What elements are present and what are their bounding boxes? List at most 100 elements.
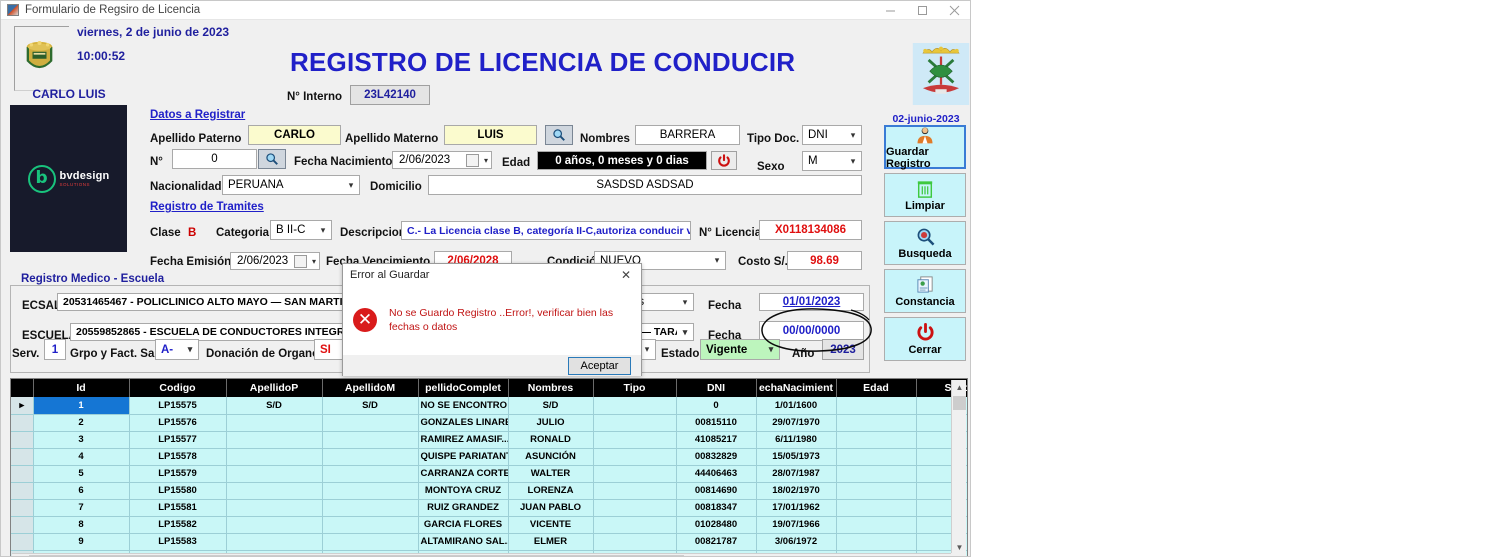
col-nombres[interactable]: Nombres xyxy=(508,379,594,397)
row-marker[interactable] xyxy=(11,482,34,500)
registro-tramites-link[interactable]: Registro de Tramites xyxy=(150,201,264,213)
cell-apellidop[interactable] xyxy=(226,465,323,483)
cell-tipo[interactable] xyxy=(593,533,677,551)
cell-apellidom[interactable] xyxy=(322,516,419,534)
table-row[interactable]: 6 LP15580 MONTOYA CRUZ LORENZA 00814690 18/02… xyxy=(11,482,967,500)
cell-dni[interactable]: 00814690 xyxy=(676,482,757,500)
cell-edad[interactable] xyxy=(836,465,917,483)
cell-apellidom[interactable] xyxy=(322,448,419,466)
cell-codigo[interactable]: LP15582 xyxy=(129,516,227,534)
apellido-paterno-input[interactable]: CARLO xyxy=(248,125,341,145)
vertical-scrollbar[interactable]: ▲ ▼ xyxy=(951,380,966,555)
cell-nombres[interactable]: VICENTE xyxy=(508,516,594,534)
col-dni[interactable]: DNI xyxy=(676,379,757,397)
table-row[interactable]: 7 LP15581 RUIZ GRANDEZ JUAN PABLO 00818347 17… xyxy=(11,499,967,517)
vscroll-thumb[interactable] xyxy=(953,396,966,410)
nacionalidad-select[interactable]: PERUANA ▾ xyxy=(222,175,360,195)
cell-edad[interactable] xyxy=(836,431,917,449)
cell-dni[interactable]: 00821787 xyxy=(676,533,757,551)
table-row[interactable]: 5 LP15579 CARRANZA CORTEZ WALTER 44406463 28/… xyxy=(11,465,967,483)
categoria-select[interactable]: B II-C ▾ xyxy=(270,220,332,240)
fecha-nacimiento-datepicker[interactable]: 2/06/2023 ▾ xyxy=(392,151,492,169)
nombres-input[interactable]: BARRERA xyxy=(635,125,740,145)
grupo-sanguineo-select[interactable]: A- ▾ xyxy=(155,339,199,360)
cell-idc[interactable]: 3 xyxy=(33,431,130,449)
cell-idc[interactable]: 2 xyxy=(33,414,130,432)
cell-nombres[interactable]: S/D xyxy=(508,397,594,415)
cell-nombres[interactable]: WALTER xyxy=(508,465,594,483)
row-marker[interactable] xyxy=(11,533,34,551)
descripcion-input[interactable]: C.- La Licencia clase B, categoría II-C,… xyxy=(401,221,691,240)
serv-input[interactable]: 1 xyxy=(44,339,66,360)
cell-apellidocompleto[interactable]: CARRANZA CORTEZ xyxy=(418,465,509,483)
cell-apellidocompleto[interactable]: NO SE ENCONTRO ... xyxy=(418,397,509,415)
table-row[interactable]: 8 LP15582 GARCIA FLORES VICENTE 01028480 19/0… xyxy=(11,516,967,534)
limpiar-button[interactable]: Limpiar xyxy=(884,173,966,217)
cell-codigo[interactable]: LP15583 xyxy=(129,533,227,551)
cell-apellidocompleto[interactable]: GONZALES LINARES xyxy=(418,414,509,432)
col-apellidom[interactable]: ApellidoM xyxy=(322,379,419,397)
cell-apellidop[interactable] xyxy=(226,516,323,534)
cell-edad[interactable] xyxy=(836,397,917,415)
cell-nombres[interactable]: ASUNCIÓN xyxy=(508,448,594,466)
cell-codigo[interactable]: LP15580 xyxy=(129,482,227,500)
cell-fechanacimiento[interactable]: 15/05/1973 xyxy=(756,448,837,466)
cell-dni[interactable]: 00815110 xyxy=(676,414,757,432)
maximize-button[interactable] xyxy=(906,1,938,20)
col-tipo[interactable]: Tipo xyxy=(593,379,677,397)
cell-tipo[interactable] xyxy=(593,499,677,517)
cell-edad[interactable] xyxy=(836,516,917,534)
cell-apellidop[interactable]: S/D xyxy=(226,397,323,415)
cell-apellidom[interactable] xyxy=(322,431,419,449)
table-row[interactable]: ▸ 1 LP15575 S/D S/D NO SE ENCONTRO ... S/D 0 1/0… xyxy=(11,397,967,415)
table-row[interactable]: 2 LP15576 GONZALES LINARES JULIO 00815110 29/… xyxy=(11,414,967,432)
col-apellidocompleto[interactable]: pellidoComplet xyxy=(418,379,509,397)
cell-tipo[interactable] xyxy=(593,431,677,449)
cell-codigo[interactable]: LP15576 xyxy=(129,414,227,432)
cell-dni[interactable]: 01028480 xyxy=(676,516,757,534)
constancia-button[interactable]: Constancia xyxy=(884,269,966,313)
cell-tipo[interactable] xyxy=(593,414,677,432)
scroll-right-arrow[interactable]: ▶ xyxy=(937,554,952,557)
cell-fechanacimiento[interactable]: 6/11/1980 xyxy=(756,431,837,449)
cell-apellidop[interactable] xyxy=(226,533,323,551)
busqueda-button[interactable]: Busqueda xyxy=(884,221,966,265)
cell-edad[interactable] xyxy=(836,414,917,432)
cell-edad[interactable] xyxy=(836,448,917,466)
cell-dni[interactable]: 00818347 xyxy=(676,499,757,517)
cell-apellidocompleto[interactable]: RUIZ GRANDEZ xyxy=(418,499,509,517)
cell-tipo[interactable] xyxy=(593,397,677,415)
cell-fechanacimiento[interactable]: 18/02/1970 xyxy=(756,482,837,500)
cell-apellidocompleto[interactable]: QUISPE PARIATANTA xyxy=(418,448,509,466)
row-marker[interactable] xyxy=(11,499,34,517)
close-button[interactable] xyxy=(938,1,970,20)
domicilio-input[interactable]: SASDSD ASDSAD xyxy=(428,175,862,195)
cell-idc[interactable]: 8 xyxy=(33,516,130,534)
cell-nombres[interactable]: JULIO xyxy=(508,414,594,432)
cell-tipo[interactable] xyxy=(593,448,677,466)
row-marker[interactable] xyxy=(11,516,34,534)
cell-fechanacimiento[interactable]: 28/07/1987 xyxy=(756,465,837,483)
cell-apellidom[interactable] xyxy=(322,499,419,517)
cell-apellidocompleto[interactable]: GARCIA FLORES xyxy=(418,516,509,534)
minimize-button[interactable] xyxy=(874,1,906,20)
cell-edad[interactable] xyxy=(836,482,917,500)
col-fechanacimiento[interactable]: echaNacimient xyxy=(756,379,837,397)
table-row[interactable]: 9 LP15583 ALTAMIRANO SAL... ELMER 00821787 3/… xyxy=(11,533,967,551)
row-marker[interactable] xyxy=(11,431,34,449)
cell-tipo[interactable] xyxy=(593,482,677,500)
cell-apellidop[interactable] xyxy=(226,499,323,517)
cell-apellidocompleto[interactable]: ALTAMIRANO SAL... xyxy=(418,533,509,551)
cell-apellidom[interactable] xyxy=(322,414,419,432)
cell-nombres[interactable]: JUAN PABLO xyxy=(508,499,594,517)
cell-idc[interactable]: 9 xyxy=(33,533,130,551)
cell-apellidop[interactable] xyxy=(226,448,323,466)
search-person-button-1[interactable] xyxy=(545,125,573,145)
records-datagrid[interactable]: Id Codigo ApellidoP ApellidoM pellidoCom… xyxy=(10,378,968,557)
cell-nombres[interactable]: RONALD xyxy=(508,431,594,449)
scroll-up-arrow[interactable]: ▲ xyxy=(952,380,967,395)
row-marker[interactable]: ▸ xyxy=(11,397,34,415)
cell-codigo[interactable]: LP15581 xyxy=(129,499,227,517)
cell-apellidop[interactable] xyxy=(226,431,323,449)
cell-nombres[interactable]: LORENZA xyxy=(508,482,594,500)
